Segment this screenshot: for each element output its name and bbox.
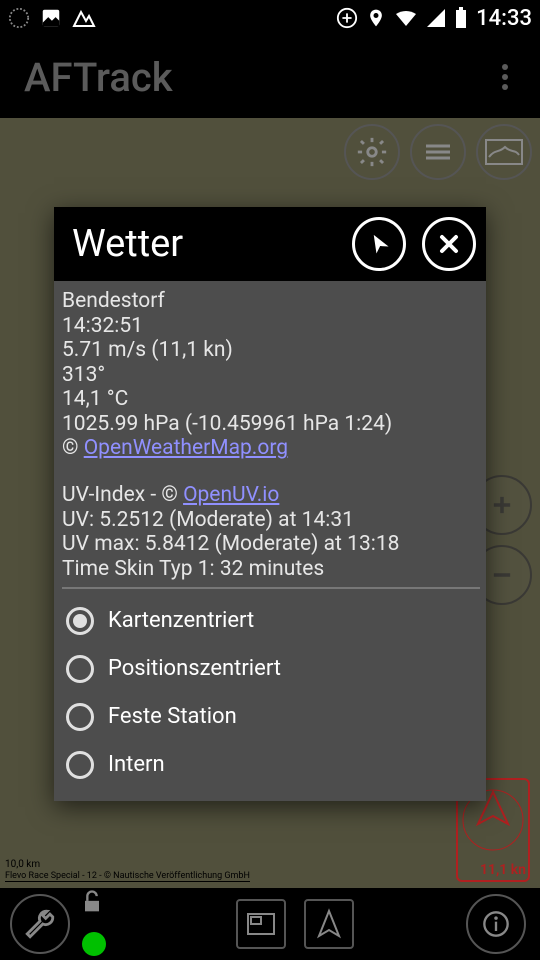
uv-current: UV: 5.2512 (Moderate) at 14:31 bbox=[62, 508, 480, 533]
speed-readout: 11,1 kn bbox=[480, 862, 526, 878]
settings-button[interactable] bbox=[344, 124, 400, 180]
screen-button[interactable] bbox=[236, 899, 286, 949]
dialog-header: Wetter bbox=[54, 207, 486, 281]
option-label: Intern bbox=[108, 752, 165, 778]
radio-icon bbox=[66, 655, 94, 683]
option-position-centered[interactable]: Positionszentriert bbox=[62, 645, 480, 693]
tools-button[interactable] bbox=[10, 894, 70, 954]
openuv-link[interactable]: OpenUV.io bbox=[183, 483, 279, 507]
option-internal[interactable]: Intern bbox=[62, 741, 480, 789]
wifi-icon bbox=[394, 8, 418, 28]
app-bar: AFTrack bbox=[0, 36, 540, 118]
radio-icon bbox=[66, 751, 94, 779]
option-label: Feste Station bbox=[108, 704, 237, 730]
overflow-menu-button[interactable] bbox=[494, 56, 516, 98]
map-source-button[interactable] bbox=[476, 124, 532, 180]
openweathermap-link[interactable]: OpenWeatherMap.org bbox=[84, 436, 288, 460]
dialog-title: Wetter bbox=[72, 222, 183, 266]
status-clock: 14:33 bbox=[476, 6, 532, 31]
scale-bar: 10,0 km bbox=[5, 859, 40, 870]
weather-attribution: © OpenWeatherMap.org bbox=[62, 436, 480, 461]
app-title: AFTrack bbox=[24, 54, 173, 101]
picture-icon bbox=[40, 7, 62, 29]
signal-icon bbox=[426, 8, 446, 28]
dialog-locate-button[interactable] bbox=[352, 217, 406, 271]
radio-icon bbox=[66, 607, 94, 635]
uv-skin-time: Time Skin Typ 1: 32 minutes bbox=[62, 557, 480, 582]
radio-icon bbox=[66, 703, 94, 731]
layers-menu-button[interactable] bbox=[410, 124, 466, 180]
weather-temp: 14,1 °C bbox=[62, 387, 480, 412]
weather-wind: 5.71 m/s (11,1 kn) bbox=[62, 338, 480, 363]
status-left bbox=[8, 7, 96, 29]
map-tool-row bbox=[344, 124, 532, 180]
status-bar: 14:33 bbox=[0, 0, 540, 36]
bottom-nav bbox=[0, 888, 540, 960]
dialog-close-button[interactable] bbox=[422, 217, 476, 271]
location-icon bbox=[366, 7, 386, 29]
weather-time: 14:32:51 bbox=[62, 314, 480, 339]
app-indicator-icon bbox=[8, 7, 30, 29]
option-label: Positionszentriert bbox=[108, 656, 281, 682]
dialog-body: Bendestorf 14:32:51 5.71 m/s (11,1 kn) 3… bbox=[54, 281, 486, 801]
map-background: 14:33 AFTrack 11,1 kn 10,0 km Flevo Race bbox=[0, 0, 540, 960]
info-button[interactable] bbox=[466, 894, 526, 954]
weather-bearing: 313° bbox=[62, 363, 480, 388]
divider bbox=[62, 587, 480, 589]
option-fixed-station[interactable]: Feste Station bbox=[62, 693, 480, 741]
weather-dialog: Wetter Bendestorf 14:32:51 5.71 m/s (11,… bbox=[54, 207, 486, 801]
uv-attribution: UV-Index - © OpenUV.io bbox=[62, 483, 480, 508]
add-circle-icon bbox=[336, 7, 358, 29]
battery-icon bbox=[454, 7, 468, 29]
recording-indicator-icon bbox=[82, 932, 106, 956]
weather-pressure: 1025.99 hPa (-10.459961 hPa 1:24) bbox=[62, 412, 480, 437]
option-map-centered[interactable]: Kartenzentriert bbox=[62, 597, 480, 645]
map-attribution: Flevo Race Special - 12 - © Nautische Ve… bbox=[5, 871, 250, 882]
lock-open-icon bbox=[78, 888, 106, 916]
weather-location: Bendestorf bbox=[62, 289, 480, 314]
mountain-icon bbox=[72, 8, 96, 28]
uv-max: UV max: 5.8412 (Moderate) at 13:18 bbox=[62, 532, 480, 557]
status-right: 14:33 bbox=[336, 6, 532, 31]
navigate-button[interactable] bbox=[304, 899, 354, 949]
option-label: Kartenzentriert bbox=[108, 608, 254, 634]
